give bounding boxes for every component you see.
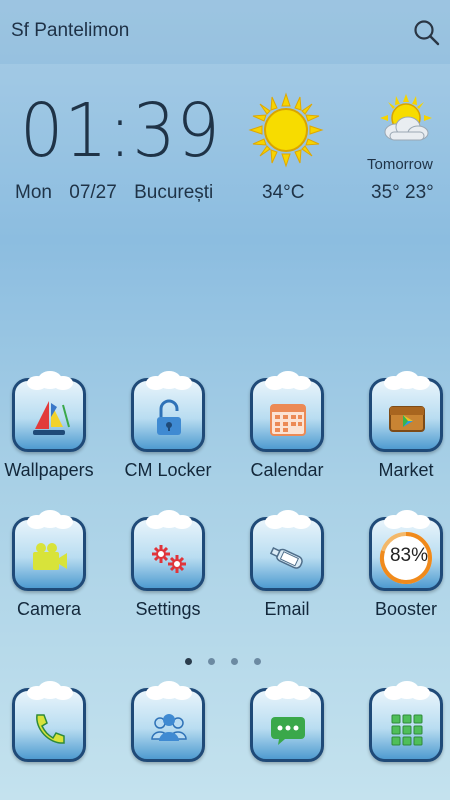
app-drawer-tile[interactable] xyxy=(369,681,443,762)
message-in-bottle-icon xyxy=(269,547,303,569)
chat-bubble-icon xyxy=(271,717,305,745)
cloud-decoration xyxy=(146,681,192,700)
calendar-icon xyxy=(270,404,306,436)
email-tile[interactable] xyxy=(250,510,324,591)
search-bar[interactable]: Sf Pantelimon xyxy=(0,0,450,64)
app-camera[interactable]: Camera xyxy=(0,510,104,620)
dock-app-drawer[interactable] xyxy=(351,681,450,762)
tomorrow-temperature: 35° 23° xyxy=(371,182,434,203)
app-label: Wallpapers xyxy=(4,460,94,480)
app-wallpapers[interactable]: Wallpapers xyxy=(0,371,104,481)
cm-locker-tile[interactable] xyxy=(131,371,205,452)
padlock-icon xyxy=(157,399,181,435)
cloud-decoration xyxy=(27,510,73,529)
settings-tile[interactable] xyxy=(131,510,205,591)
dock-messages[interactable] xyxy=(232,681,342,762)
sun-icon[interactable] xyxy=(248,92,324,168)
dock-contacts[interactable] xyxy=(113,681,223,762)
app-grid-icon xyxy=(391,714,423,746)
search-icon[interactable] xyxy=(412,18,440,46)
contacts-tile[interactable] xyxy=(131,681,205,762)
day-label: Mon xyxy=(15,182,52,203)
booster-tile[interactable]: 83% xyxy=(369,510,443,591)
page-dot[interactable] xyxy=(208,658,215,665)
gears-icon xyxy=(152,545,186,573)
video-camera-icon xyxy=(33,543,67,570)
wallpapers-tile[interactable] xyxy=(12,371,86,452)
app-settings[interactable]: Settings xyxy=(113,510,223,620)
cloud-decoration xyxy=(146,510,192,529)
page-dot[interactable] xyxy=(254,658,261,665)
app-label: Settings xyxy=(135,599,201,619)
current-temperature: 34°C xyxy=(262,182,305,203)
cloud-decoration xyxy=(384,681,430,700)
messages-tile[interactable] xyxy=(250,681,324,762)
date-label: 07/27 xyxy=(69,182,117,203)
camera-tile[interactable] xyxy=(12,510,86,591)
contacts-icon xyxy=(151,714,187,741)
cloud-decoration xyxy=(265,510,311,529)
dock-phone[interactable] xyxy=(0,681,104,762)
app-cm-locker[interactable]: CM Locker xyxy=(113,371,223,481)
app-market[interactable]: Market xyxy=(351,371,450,481)
page-indicator[interactable] xyxy=(185,652,277,670)
app-calendar[interactable]: Calendar xyxy=(232,371,342,481)
app-label: Email xyxy=(264,599,310,619)
cloud-decoration xyxy=(265,371,311,390)
tomorrow-label: Tomorrow xyxy=(367,156,433,173)
location-label[interactable]: Sf Pantelimon xyxy=(11,20,129,42)
app-label: Calendar xyxy=(250,460,324,480)
market-tile[interactable] xyxy=(369,371,443,452)
app-label: Booster xyxy=(374,599,438,619)
calendar-tile[interactable] xyxy=(250,371,324,452)
sailboat-icon xyxy=(33,401,70,435)
app-label: Market xyxy=(378,460,434,480)
sun-cloud-icon[interactable] xyxy=(378,92,434,148)
phone-tile[interactable] xyxy=(12,681,86,762)
page-dot[interactable] xyxy=(231,658,238,665)
page-dot-active[interactable] xyxy=(185,658,192,665)
cloud-decoration xyxy=(27,681,73,700)
clock-time[interactable]: 01:39 xyxy=(20,88,221,174)
app-label: CM Locker xyxy=(124,460,212,480)
phone-icon xyxy=(36,714,65,744)
cloud-decoration xyxy=(384,371,430,390)
cloud-decoration xyxy=(265,681,311,700)
booster-percent: 83% xyxy=(389,545,429,566)
date-row: Mon 07/27 București xyxy=(15,182,225,204)
cloud-decoration xyxy=(27,371,73,390)
app-booster[interactable]: 83% Booster xyxy=(351,510,450,620)
city-label: București xyxy=(134,182,214,203)
cloud-decoration xyxy=(384,510,430,529)
app-label: Camera xyxy=(16,599,82,619)
app-email[interactable]: Email xyxy=(232,510,342,620)
cloud-decoration xyxy=(146,371,192,390)
treasure-chest-icon xyxy=(389,406,425,432)
